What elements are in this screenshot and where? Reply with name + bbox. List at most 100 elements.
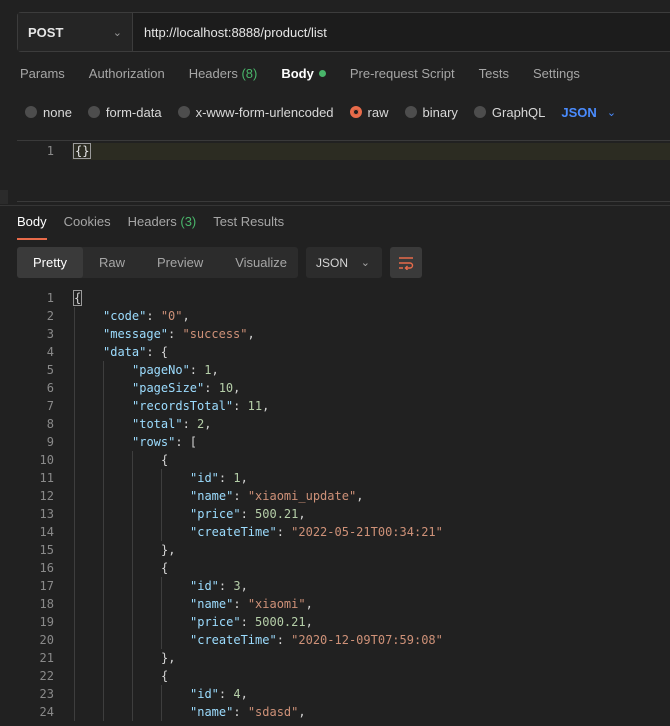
json-punctuation: : — [146, 309, 161, 323]
wrap-lines-button[interactable] — [390, 247, 422, 278]
radio-graphql-label: GraphQL — [491, 104, 546, 120]
response-format-select[interactable]: JSON ⌄ — [306, 247, 382, 278]
code-text: "pageSize": 10, — [132, 379, 240, 397]
code-line: 24 "name": "sdasd", — [17, 703, 306, 721]
json-punctuation: , — [305, 615, 313, 629]
response-tab-test-results[interactable]: Test Results — [213, 214, 284, 240]
request-body-editor[interactable]: 1 {} — [17, 140, 670, 202]
splitter-handle[interactable] — [0, 190, 8, 204]
radio-binary-label: binary — [422, 104, 458, 120]
line-number: 9 — [46, 435, 54, 449]
code-line: 18 "name": "xiaomi", — [17, 595, 313, 613]
tab-pre-request-script[interactable]: Pre-request Script — [350, 66, 455, 86]
code-line: 2 "code": "0", — [17, 307, 190, 325]
code-text: "name": "xiaomi_update", — [190, 487, 363, 505]
radio-graphql[interactable]: GraphQL — [473, 104, 546, 120]
tab-params[interactable]: Params — [20, 66, 65, 86]
radio-raw[interactable]: raw — [349, 104, 389, 120]
line-number: 1 — [46, 144, 54, 158]
code-line: 8 "total": 2, — [17, 415, 212, 433]
response-tabs: Body Cookies Headers (3) Test Results — [17, 214, 301, 240]
tab-headers-label: Headers — [188, 66, 238, 81]
tab-body[interactable]: Body — [281, 66, 326, 86]
tab-settings[interactable]: Settings — [533, 66, 580, 86]
view-visualize-button[interactable]: Visualize — [219, 247, 303, 278]
code-text: "name": "sdasd", — [190, 703, 306, 721]
line-number: 6 — [46, 381, 54, 395]
code-text: "message": "success", — [103, 325, 255, 343]
code-text: "createTime": "2020-12-09T07:59:08" — [190, 631, 443, 649]
response-tab-body[interactable]: Body — [17, 214, 47, 240]
line-number: 22 — [39, 669, 54, 683]
tab-headers[interactable]: Headers (8) — [189, 66, 258, 86]
json-key: "price" — [190, 615, 241, 629]
line-number: 15 — [39, 543, 54, 557]
line-number: 21 — [39, 651, 54, 665]
json-number: 3 — [233, 579, 241, 593]
json-punctuation: }, — [161, 651, 176, 665]
line-number: 18 — [39, 597, 54, 611]
json-key: "recordsTotal" — [132, 399, 234, 413]
radio-x-www-form-urlencoded[interactable]: x-www-form-urlencoded — [177, 105, 334, 120]
json-punctuation: : — [276, 525, 292, 539]
code-text: "pageNo": 1, — [132, 361, 219, 379]
request-body-text: {} — [72, 143, 92, 159]
json-key: "id" — [190, 579, 219, 593]
line-number: 12 — [39, 489, 54, 503]
json-string: "sdasd" — [247, 705, 299, 719]
response-tab-cookies[interactable]: Cookies — [64, 214, 111, 240]
tab-tests[interactable]: Tests — [479, 66, 509, 86]
view-raw-button[interactable]: Raw — [83, 247, 141, 278]
json-punctuation: , — [204, 417, 212, 431]
indent-guide — [74, 307, 75, 721]
json-punctuation: , — [298, 705, 306, 719]
line-number: 11 — [39, 471, 54, 485]
json-punctuation: : { — [146, 345, 169, 359]
json-punctuation: : — [182, 417, 198, 431]
chevron-down-icon: ⌄ — [360, 257, 370, 269]
response-headers-count: (3) — [180, 214, 197, 229]
json-punctuation: : — [240, 507, 256, 521]
json-number: 500.21 — [255, 507, 299, 521]
json-punctuation: }, — [161, 543, 176, 557]
json-punctuation: , — [356, 489, 364, 503]
line-number: 19 — [39, 615, 54, 629]
body-language-select[interactable]: JSON ⌄ — [561, 105, 616, 120]
radio-raw-label: raw — [367, 104, 389, 120]
response-tab-headers[interactable]: Headers (3) — [128, 214, 197, 240]
line-number: 4 — [46, 345, 54, 359]
line-number: 8 — [46, 417, 54, 431]
code-text: "price": 500.21, — [190, 505, 306, 523]
code-line: 16 { — [17, 559, 169, 577]
view-pretty-button[interactable]: Pretty — [17, 247, 83, 278]
json-punctuation: : — [204, 381, 219, 395]
request-body-code[interactable]: {} — [72, 143, 92, 159]
indent-guide — [132, 451, 133, 721]
pane-divider[interactable] — [0, 205, 670, 206]
response-body-viewer[interactable]: 1{2 "code": "0", 3 "message": "success", 4 "d… — [17, 289, 670, 726]
json-number: 4 — [233, 687, 241, 701]
view-preview-button[interactable]: Preview — [141, 247, 219, 278]
tab-authorization[interactable]: Authorization — [89, 66, 165, 86]
radio-binary[interactable]: binary — [404, 104, 458, 120]
json-key: "name" — [190, 705, 234, 719]
code-text: "id": 1, — [190, 469, 248, 487]
radio-icon — [87, 106, 100, 118]
json-key: "code" — [103, 309, 147, 323]
code-line: 12 "name": "xiaomi_update", — [17, 487, 364, 505]
line-number: 3 — [46, 327, 54, 341]
method-select[interactable]: POST ⌄ — [18, 13, 133, 51]
radio-icon — [404, 106, 417, 118]
radio-none-label: none — [43, 104, 72, 120]
code-text: { — [161, 667, 168, 685]
json-key: "data" — [103, 345, 147, 359]
code-line: 20 "createTime": "2020-12-09T07:59:08" — [17, 631, 443, 649]
json-punctuation: , — [233, 381, 241, 395]
chevron-down-icon: ⌄ — [112, 26, 122, 39]
radio-form-data[interactable]: form-data — [87, 105, 162, 120]
response-format-label: JSON — [316, 255, 349, 270]
code-line: 5 "pageNo": 1, — [17, 361, 219, 379]
json-punctuation: { — [161, 561, 169, 575]
url-input[interactable] — [133, 13, 670, 51]
radio-none[interactable]: none — [25, 105, 72, 120]
